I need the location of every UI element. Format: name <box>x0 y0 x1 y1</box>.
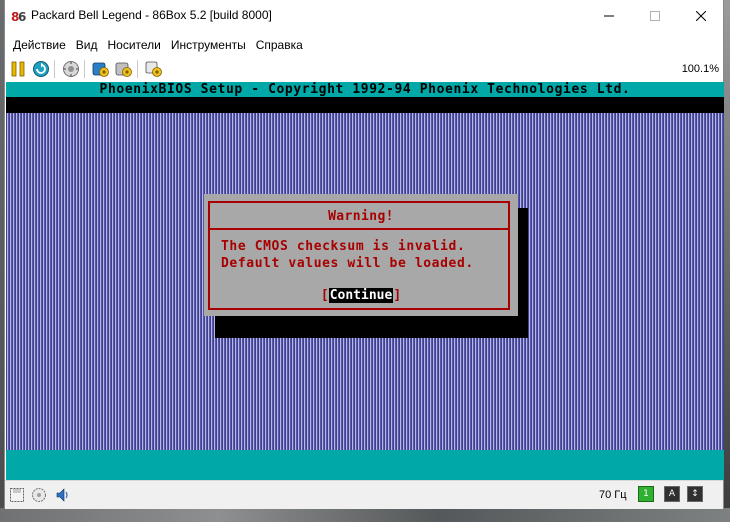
maximize-icon <box>650 10 660 21</box>
menu-media[interactable]: Носители <box>102 35 165 55</box>
refresh-rate-label: 70 Гц <box>599 489 627 501</box>
maximize-button[interactable] <box>632 0 678 31</box>
screenshot-icon[interactable] <box>144 59 164 79</box>
close-icon <box>696 10 706 21</box>
toolbar-separator <box>84 60 85 78</box>
dialog-button-row: [Continue] <box>204 288 518 303</box>
close-button[interactable] <box>678 0 724 31</box>
window-title: Packard Bell Legend - 86Box 5.2 [build 8… <box>31 8 272 22</box>
warning-dialog: Warning! The CMOS checksum is invalid. D… <box>204 194 518 316</box>
dialog-divider <box>208 228 510 230</box>
settings-icon[interactable] <box>91 59 111 79</box>
floppy-drive-icon[interactable] <box>8 486 26 504</box>
cdrom-drive-icon[interactable] <box>30 486 48 504</box>
emulator-window: 8 6 Packard Bell Legend - 86Box 5.2 [bui… <box>4 0 724 509</box>
hard-reset-icon[interactable] <box>114 59 134 79</box>
menu-help[interactable]: Справка <box>251 35 308 55</box>
menu-view[interactable]: Вид <box>71 35 103 55</box>
emulator-screen[interactable]: PhoenixBIOS Setup - Copyright 1992-94 Ph… <box>6 82 724 480</box>
bracket-left: [ <box>320 288 329 303</box>
ctrl-alt-del-icon[interactable] <box>61 59 81 79</box>
caps-lock-indicator: A <box>664 486 680 502</box>
bios-footer-bar <box>6 450 724 480</box>
bios-black-bar <box>6 97 724 113</box>
num-lock-indicator: 1 <box>638 486 654 502</box>
menu-tools[interactable]: Инструменты <box>166 35 251 55</box>
dialog-message-line-1: The CMOS checksum is invalid. <box>221 239 466 254</box>
desktop-bottom-edge <box>0 508 730 522</box>
menu-action[interactable]: Действие <box>8 35 71 55</box>
reset-icon[interactable] <box>31 59 51 79</box>
toolbar-separator <box>54 60 55 78</box>
pause-icon[interactable] <box>8 59 28 79</box>
scroll-lock-indicator: ↕ <box>687 486 703 502</box>
minimize-icon <box>604 15 614 16</box>
menu-bar: Действие Вид Носители Инструменты Справк… <box>5 35 723 55</box>
zoom-level: 100.1% <box>681 63 719 75</box>
dialog-message-line-2: Default values will be loaded. <box>221 256 474 271</box>
dialog-title: Warning! <box>328 209 394 224</box>
bios-header: PhoenixBIOS Setup - Copyright 1992-94 Ph… <box>6 82 724 97</box>
sound-icon[interactable] <box>54 486 72 504</box>
86box-app-icon: 8 6 <box>11 8 27 24</box>
toolbar-separator <box>137 60 138 78</box>
title-bar[interactable]: 8 6 Packard Bell Legend - 86Box 5.2 [bui… <box>5 0 723 31</box>
status-bar: 70 Гц 1 A ↕ <box>5 480 723 509</box>
svg-text:6: 6 <box>18 10 26 24</box>
toolbar <box>5 56 723 82</box>
continue-button[interactable]: Continue <box>328 288 394 303</box>
minimize-button[interactable] <box>586 0 632 31</box>
bracket-right: ] <box>393 288 402 303</box>
